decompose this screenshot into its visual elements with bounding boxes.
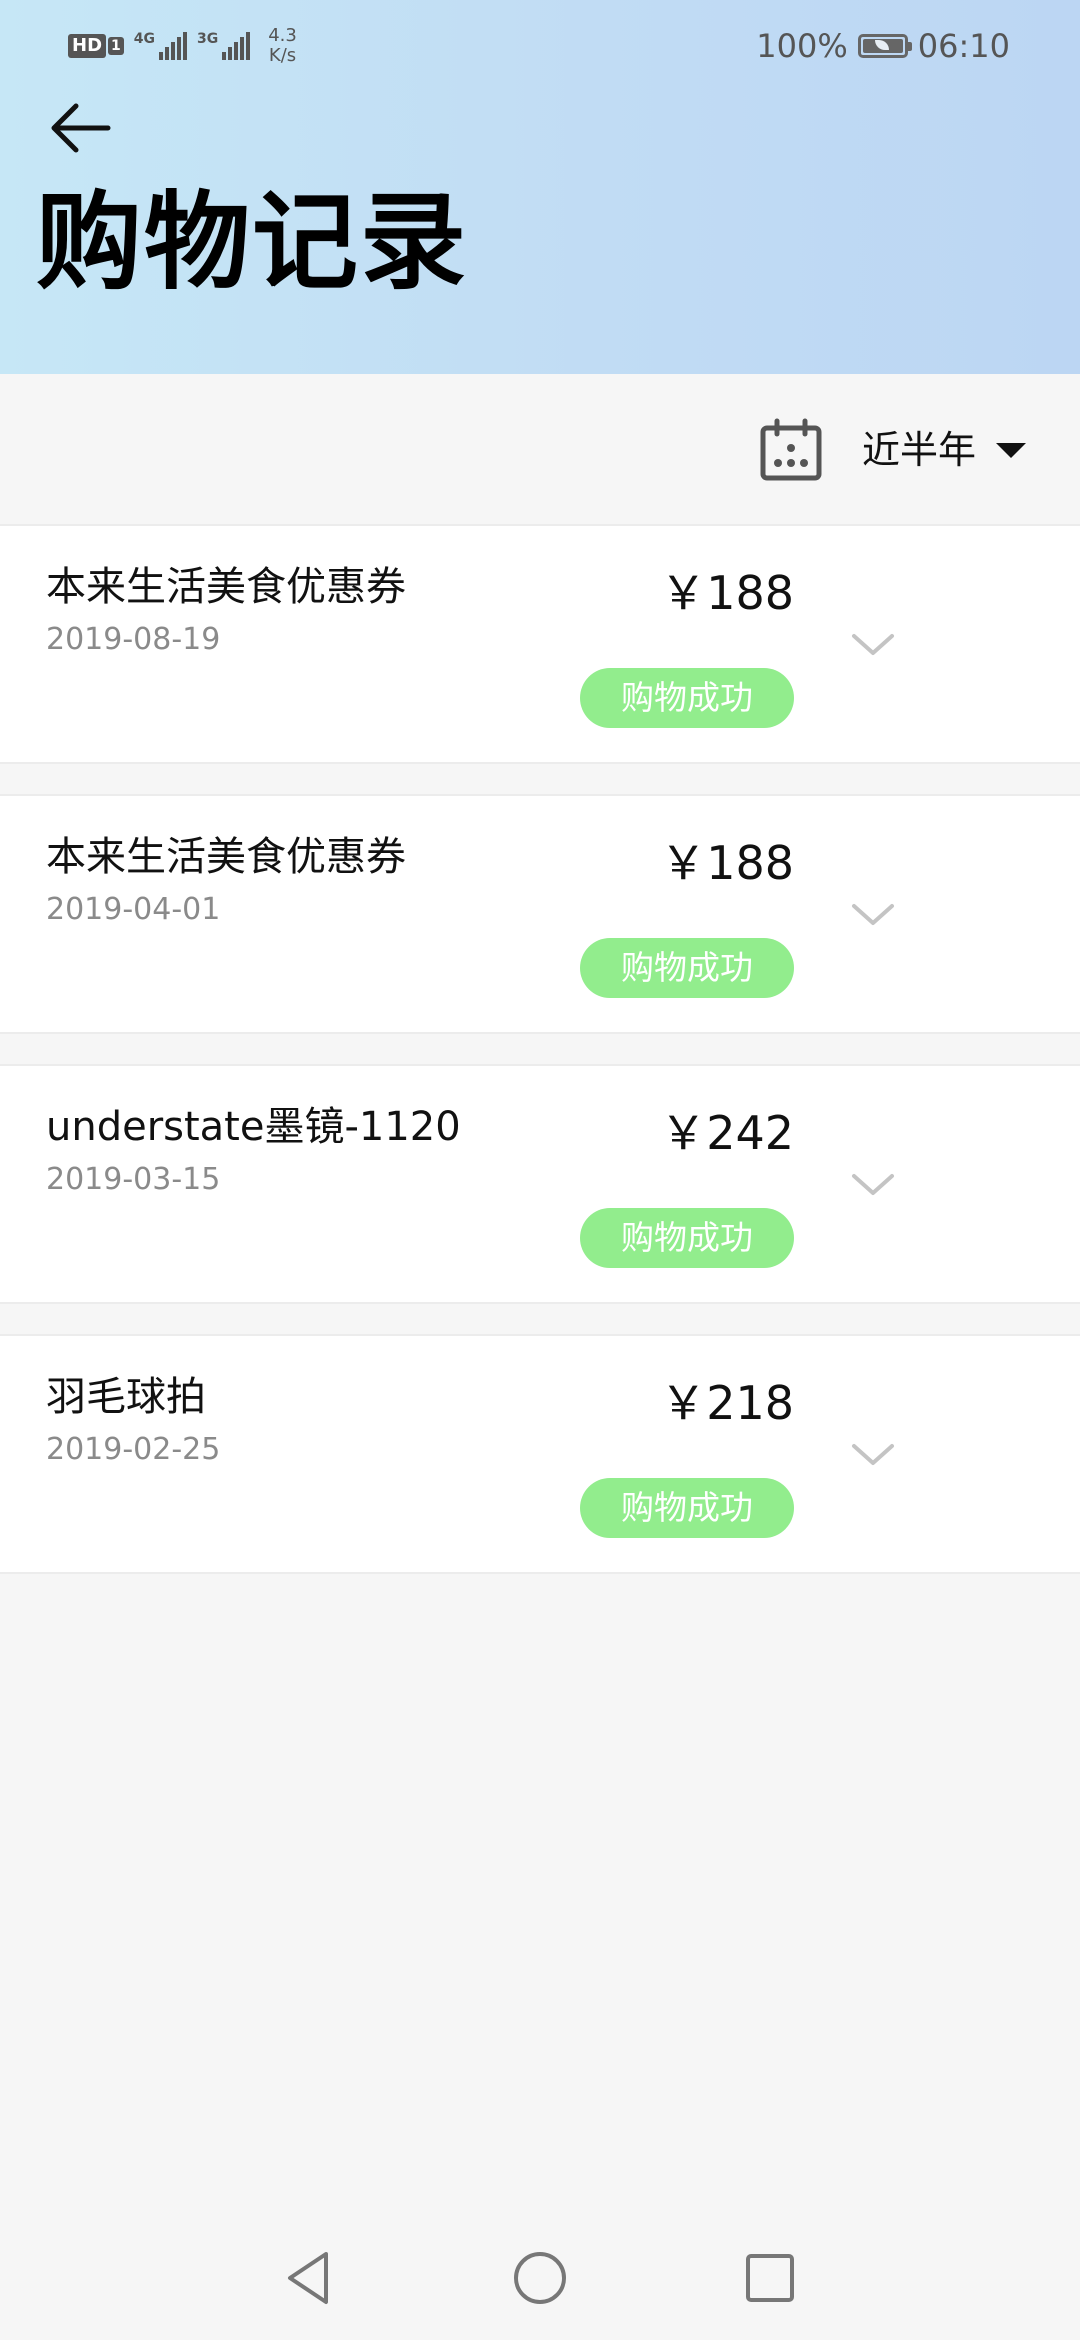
net-speed: 4.3 K/s bbox=[268, 26, 297, 66]
net-speed-value: 4.3 bbox=[268, 25, 297, 46]
status-bar-left: HD 1 4G 3G 4.3 K/s bbox=[68, 20, 297, 72]
battery-percent: 100% bbox=[756, 27, 848, 65]
sim-label: 1 bbox=[108, 37, 124, 55]
signal-3g-icon: 3G bbox=[197, 31, 251, 60]
item-date: 2019-03-15 bbox=[46, 1162, 221, 1197]
expand-button[interactable] bbox=[846, 1158, 900, 1212]
record-card[interactable]: 羽毛球拍 2019-02-25 ￥218 购物成功 bbox=[0, 1334, 1080, 1574]
item-price: ￥218 bbox=[660, 1376, 794, 1430]
item-price: ￥188 bbox=[660, 836, 794, 890]
item-price: ￥242 bbox=[660, 1106, 794, 1160]
signal-4g-label: 4G bbox=[133, 31, 155, 47]
item-date: 2019-02-25 bbox=[46, 1432, 221, 1467]
system-nav-bar bbox=[0, 2216, 1080, 2340]
status-badge: 购物成功 bbox=[580, 938, 794, 998]
status-bar-right: 100% 06:10 bbox=[756, 24, 1010, 68]
period-dropdown[interactable]: 近半年 bbox=[862, 414, 1027, 486]
period-label: 近半年 bbox=[862, 428, 977, 472]
nav-back-button[interactable] bbox=[276, 2246, 340, 2310]
filter-bar: 近半年 bbox=[0, 374, 1080, 524]
expand-button[interactable] bbox=[846, 618, 900, 672]
arrow-left-icon bbox=[51, 103, 111, 153]
item-name: 本来生活美食优惠券 bbox=[46, 564, 406, 610]
back-button[interactable] bbox=[40, 92, 120, 164]
calendar-icon bbox=[760, 418, 822, 481]
status-badge: 购物成功 bbox=[580, 668, 794, 728]
chevron-down-icon bbox=[852, 634, 894, 655]
nav-home-button[interactable] bbox=[508, 2246, 572, 2310]
hd-label: HD bbox=[68, 34, 107, 58]
page-title: 购物记录 bbox=[36, 181, 468, 304]
signal-4g-icon: 4G bbox=[134, 32, 187, 60]
caret-down-icon bbox=[996, 442, 1027, 458]
net-speed-unit: K/s bbox=[268, 45, 297, 66]
nav-recents-button[interactable] bbox=[738, 2246, 802, 2310]
square-recents-icon bbox=[746, 2254, 794, 2302]
battery-icon bbox=[857, 34, 912, 58]
signal-3g-label: 3G bbox=[197, 31, 219, 47]
item-name: 羽毛球拍 bbox=[46, 1374, 206, 1420]
clock: 06:10 bbox=[917, 27, 1010, 65]
item-date: 2019-04-01 bbox=[46, 892, 221, 927]
page-header: HD 1 4G 3G 4.3 K/s 100% 06:10 购物记录 bbox=[0, 0, 1080, 374]
triangle-back-icon bbox=[288, 2252, 328, 2304]
chevron-down-icon bbox=[852, 904, 894, 925]
record-card[interactable]: 本来生活美食优惠券 2019-04-01 ￥188 购物成功 bbox=[0, 794, 1080, 1034]
item-name: understate墨镜-1120 bbox=[46, 1104, 461, 1150]
circle-home-icon bbox=[514, 2252, 566, 2304]
status-bar: HD 1 4G 3G 4.3 K/s 100% 06:10 bbox=[0, 0, 1080, 90]
hd-icon: HD 1 bbox=[68, 34, 124, 58]
item-name: 本来生活美食优惠券 bbox=[46, 834, 406, 880]
calendar-button[interactable] bbox=[758, 418, 824, 484]
item-price: ￥188 bbox=[660, 566, 794, 620]
chevron-down-icon bbox=[852, 1444, 894, 1465]
expand-button[interactable] bbox=[846, 1428, 900, 1482]
expand-button[interactable] bbox=[846, 888, 900, 942]
record-card[interactable]: 本来生活美食优惠券 2019-08-19 ￥188 购物成功 bbox=[0, 524, 1080, 764]
chevron-down-icon bbox=[852, 1174, 894, 1195]
item-date: 2019-08-19 bbox=[46, 622, 221, 657]
status-badge: 购物成功 bbox=[580, 1208, 794, 1268]
status-badge: 购物成功 bbox=[580, 1478, 794, 1538]
record-card[interactable]: understate墨镜-1120 2019-03-15 ￥242 购物成功 bbox=[0, 1064, 1080, 1304]
